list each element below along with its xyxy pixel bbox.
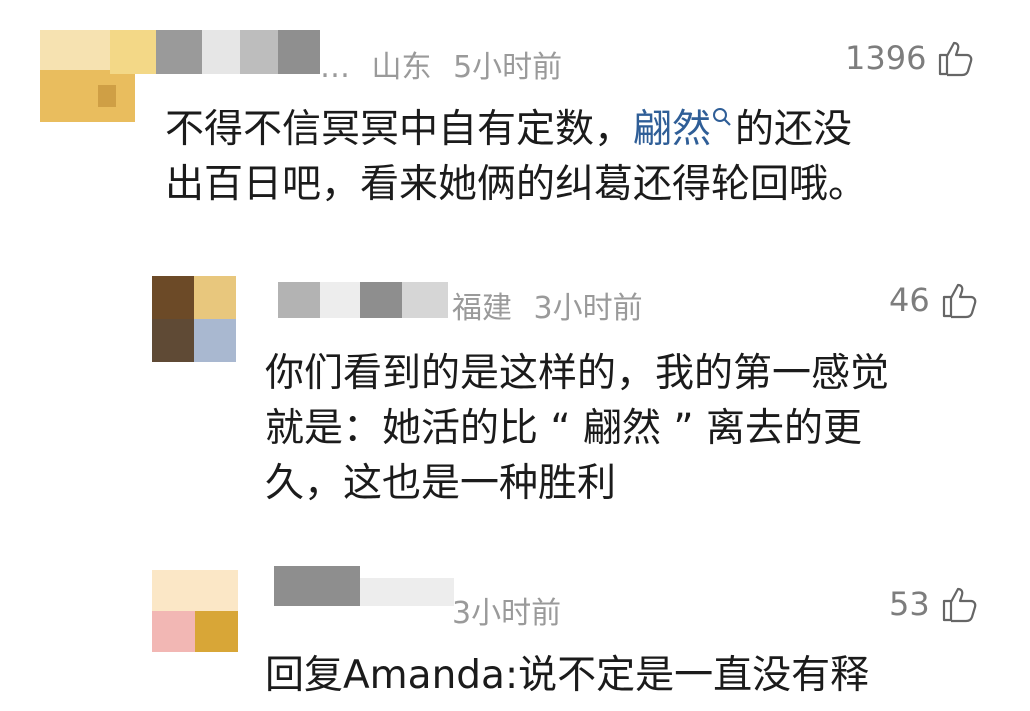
search-link[interactable]: 翩然: [633, 107, 735, 152]
like-button[interactable]: 1396: [845, 38, 976, 78]
like-count: 46: [889, 281, 930, 319]
search-icon: [713, 108, 731, 126]
timestamp: 5小时前: [453, 50, 563, 85]
like-button[interactable]: 53: [889, 584, 980, 624]
username-mosaic[interactable]: [110, 30, 320, 74]
username-mosaic[interactable]: [274, 566, 454, 606]
username-fragment[interactable]: …: [320, 50, 350, 85]
like-count: 53: [889, 585, 930, 623]
comment-meta: 福建 3小时前: [452, 283, 655, 327]
avatar[interactable]: [152, 570, 238, 652]
location: 山东: [371, 50, 432, 85]
comment-text: 回复Amanda:说不定是一直没有释: [265, 653, 870, 698]
avatar[interactable]: [152, 276, 236, 362]
thumbs-up-icon[interactable]: [936, 38, 976, 78]
comment-text: 不得不信冥冥中自有定数，翩然 的还没 出百日吧，看来她俩的纠葛还得轮回哦。: [165, 107, 868, 207]
comment-meta: 3小时前: [452, 588, 573, 632]
thumbs-up-icon[interactable]: [940, 280, 980, 320]
timestamp: 3小时前: [533, 291, 643, 326]
thumbs-up-icon[interactable]: [940, 584, 980, 624]
like-count: 1396: [845, 39, 927, 77]
location: 福建: [452, 291, 512, 326]
timestamp: 3小时前: [452, 596, 562, 631]
like-button[interactable]: 46: [889, 280, 980, 320]
comment-meta: … 山东 5小时前: [320, 42, 574, 86]
username-mosaic[interactable]: [278, 282, 448, 318]
comment-text: 你们看到的是这样的，我的第一感觉 就是：她活的比 “ 翩然 ” 离去的更 久，这…: [265, 351, 890, 506]
